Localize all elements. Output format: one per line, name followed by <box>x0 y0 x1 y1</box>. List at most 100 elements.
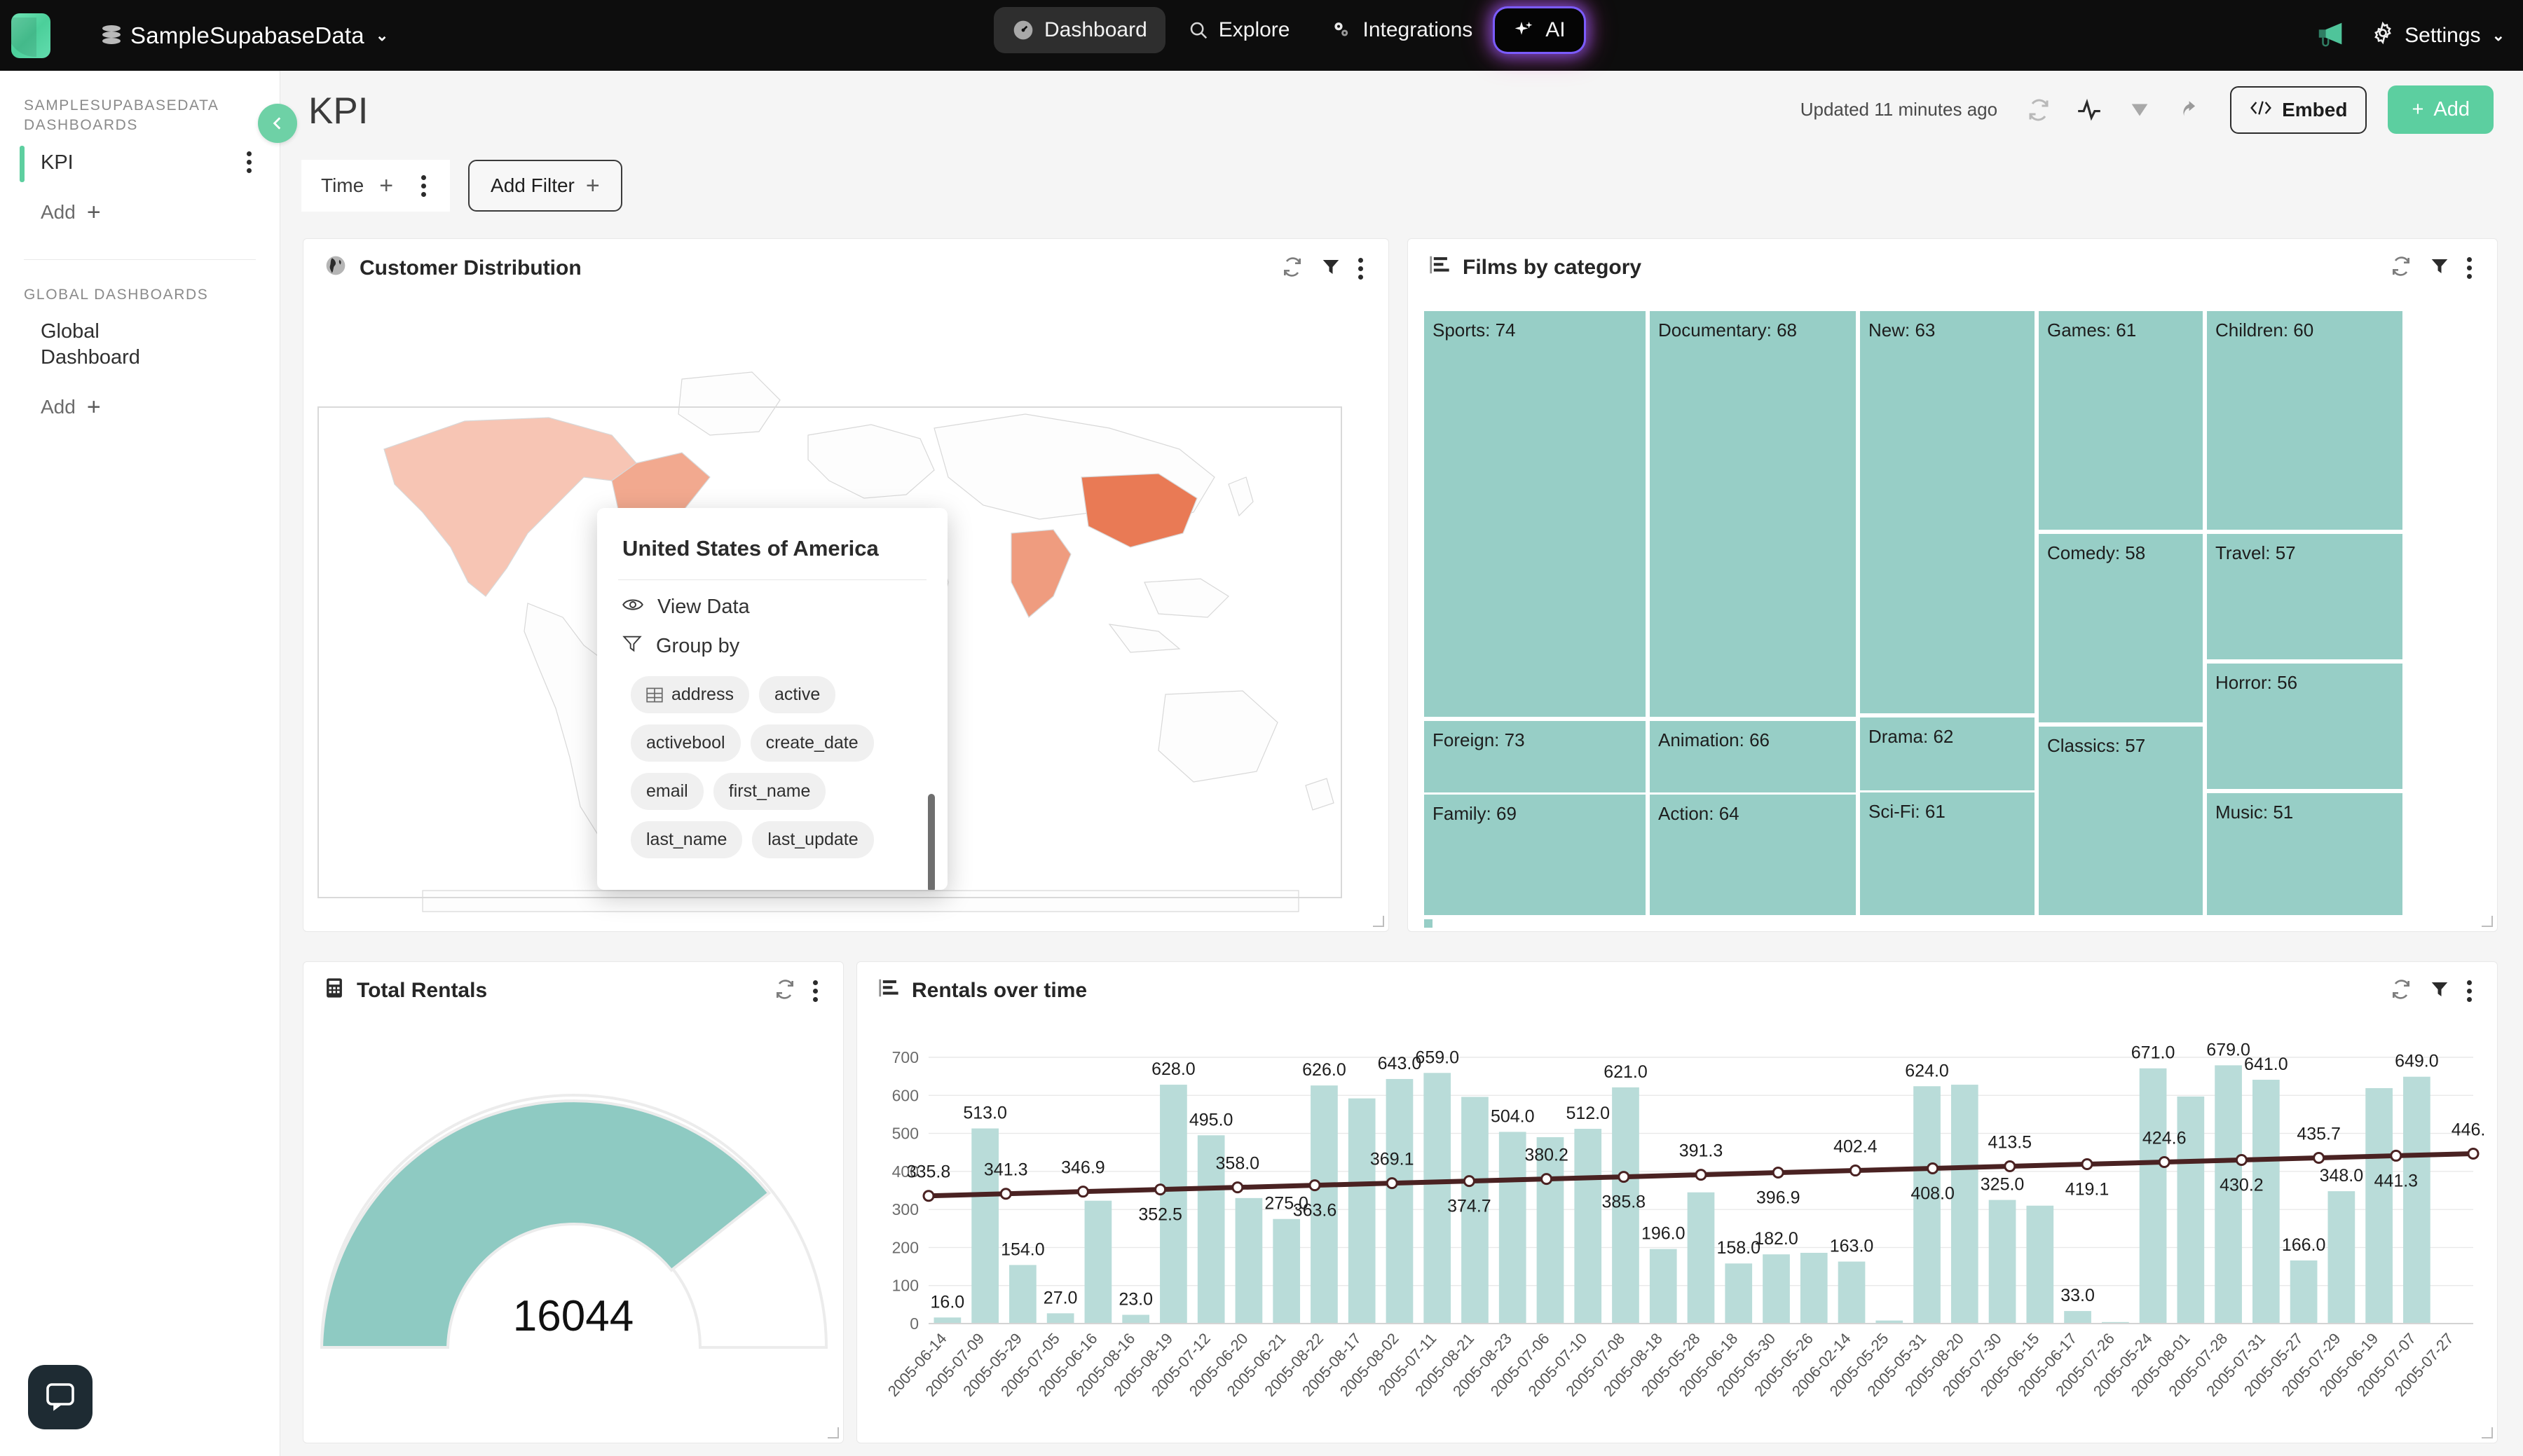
add-button[interactable]: + Add <box>2388 85 2494 134</box>
trend-point[interactable] <box>1927 1162 1939 1175</box>
trend-point[interactable] <box>1386 1177 1398 1190</box>
trend-point[interactable] <box>2235 1153 2248 1166</box>
bar[interactable] <box>1009 1265 1037 1324</box>
bar[interactable] <box>1046 1313 1074 1324</box>
embed-button[interactable]: Embed <box>2230 85 2367 134</box>
bar[interactable] <box>1725 1263 1753 1324</box>
group-by-chip[interactable]: active <box>758 676 836 713</box>
refresh-icon[interactable] <box>774 978 796 1004</box>
bar[interactable] <box>1536 1137 1564 1324</box>
filter-icon[interactable] <box>2429 256 2450 280</box>
treemap-cell[interactable]: Games: 61 <box>2037 309 2205 532</box>
group-by-chip[interactable]: address <box>631 676 749 713</box>
treemap-cell[interactable]: New: 63 <box>1858 309 2037 715</box>
trend-point[interactable] <box>1076 1186 1089 1198</box>
treemap-cell[interactable]: Family: 69 <box>1422 792 1648 917</box>
filter-icon[interactable] <box>2429 979 2450 1003</box>
bar[interactable] <box>2403 1076 2430 1324</box>
treemap-cell[interactable]: Sports: 74 <box>1422 309 1648 719</box>
bar[interactable] <box>2365 1087 2393 1324</box>
sidebar-add-dashboard[interactable]: Add + <box>0 189 280 235</box>
bar[interactable] <box>1084 1200 1112 1324</box>
refresh-icon[interactable] <box>2390 255 2412 281</box>
trend-point[interactable] <box>922 1190 935 1202</box>
resize-handle[interactable] <box>1373 916 1384 927</box>
sidebar-collapse-button[interactable] <box>258 104 297 143</box>
pulse-icon[interactable] <box>2067 88 2111 132</box>
download-icon[interactable] <box>2118 88 2161 132</box>
bar[interactable] <box>1160 1085 1187 1324</box>
database-selector[interactable]: SampleSupabaseData ⌄ <box>102 22 388 49</box>
sidebar-add-global-dashboard[interactable]: Add + <box>0 384 280 430</box>
treemap-cell[interactable]: Travel: 57 <box>2205 532 2405 661</box>
nav-item-dashboard[interactable]: Dashboard <box>994 7 1165 53</box>
trend-point[interactable] <box>2004 1160 2016 1173</box>
kebab-icon[interactable] <box>2467 256 2476 279</box>
bar[interactable] <box>1950 1085 1978 1324</box>
bar[interactable] <box>1763 1254 1790 1324</box>
bar[interactable] <box>1838 1261 1866 1324</box>
group-by-chip[interactable]: email <box>631 773 704 810</box>
rentals-bar-chart[interactable]: 0 100 200 300 400 500 600 700 16.0 2005-06-14 513.… <box>874 1029 2496 1436</box>
bar[interactable] <box>1687 1192 1715 1324</box>
popup-scrollbar[interactable] <box>928 794 935 890</box>
bar[interactable] <box>1800 1253 1828 1324</box>
bar[interactable] <box>1273 1218 1301 1324</box>
group-by-chip[interactable]: first_name <box>713 773 826 810</box>
trend-point[interactable] <box>2467 1147 2480 1160</box>
popup-item-group-by[interactable]: Group by <box>597 619 948 658</box>
trend-point[interactable] <box>1618 1171 1630 1183</box>
kebab-icon[interactable] <box>247 151 256 174</box>
bar[interactable] <box>1574 1129 1602 1324</box>
trend-point[interactable] <box>2158 1156 2170 1169</box>
kebab-icon[interactable] <box>421 174 430 197</box>
plus-icon[interactable]: + <box>379 174 393 198</box>
bar[interactable] <box>971 1128 999 1324</box>
trend-point[interactable] <box>1231 1181 1244 1194</box>
kebab-icon[interactable] <box>1358 257 1367 280</box>
nav-item-explore[interactable]: Explore <box>1170 7 1308 53</box>
refresh-icon[interactable] <box>2017 88 2060 132</box>
trend-point[interactable] <box>999 1188 1012 1200</box>
trend-point[interactable] <box>2390 1149 2402 1162</box>
treemap-cell[interactable]: Action: 64 <box>1648 792 1858 917</box>
app-logo[interactable] <box>11 13 50 58</box>
kebab-icon[interactable] <box>813 980 822 1002</box>
popup-item-view-data[interactable]: View Data <box>597 580 948 619</box>
bar[interactable] <box>1913 1086 1941 1324</box>
resize-handle[interactable] <box>2482 916 2493 927</box>
treemap-cell[interactable]: Documentary: 68 <box>1648 309 1858 719</box>
trend-point[interactable] <box>1154 1183 1167 1196</box>
filter-icon[interactable] <box>1320 256 1341 281</box>
bar[interactable] <box>1386 1078 1414 1324</box>
trend-point[interactable] <box>1308 1179 1321 1192</box>
bar[interactable] <box>1988 1200 2016 1324</box>
time-filter[interactable]: Time + <box>301 160 451 212</box>
trend-point[interactable] <box>1463 1175 1475 1188</box>
group-by-chip[interactable]: last_update <box>752 821 874 858</box>
refresh-icon[interactable] <box>1281 256 1304 282</box>
bar[interactable] <box>2026 1205 2054 1324</box>
treemap-cell[interactable]: Classics: 57 <box>2037 724 2205 917</box>
sidebar-item-global-dashboard[interactable]: Global Dashboard <box>0 305 280 384</box>
bar[interactable] <box>2139 1068 2167 1324</box>
trend-point[interactable] <box>1849 1165 1861 1177</box>
bar[interactable] <box>2290 1260 2318 1324</box>
bar[interactable] <box>2252 1080 2280 1324</box>
trend-point[interactable] <box>1772 1167 1784 1179</box>
nav-item-integrations[interactable]: Integrations <box>1312 7 1491 53</box>
settings-menu[interactable]: Settings ⌄ <box>2371 21 2505 50</box>
bar[interactable] <box>1498 1132 1526 1324</box>
treemap-cell[interactable]: Sci-Fi: 61 <box>1858 790 2037 917</box>
add-filter-button[interactable]: Add Filter + <box>468 160 622 212</box>
bar[interactable] <box>1348 1098 1376 1324</box>
bar[interactable] <box>1649 1249 1677 1324</box>
bar[interactable] <box>1122 1314 1150 1324</box>
group-by-chip[interactable]: activebool <box>631 724 741 762</box>
bar[interactable] <box>1235 1197 1263 1324</box>
trend-point[interactable] <box>1540 1173 1553 1186</box>
bar[interactable] <box>2327 1191 2356 1324</box>
treemap-cell[interactable]: Music: 51 <box>2205 791 2405 917</box>
treemap-cell[interactable]: Comedy: 58 <box>2037 532 2205 724</box>
group-by-chip[interactable]: create_date <box>750 724 874 762</box>
